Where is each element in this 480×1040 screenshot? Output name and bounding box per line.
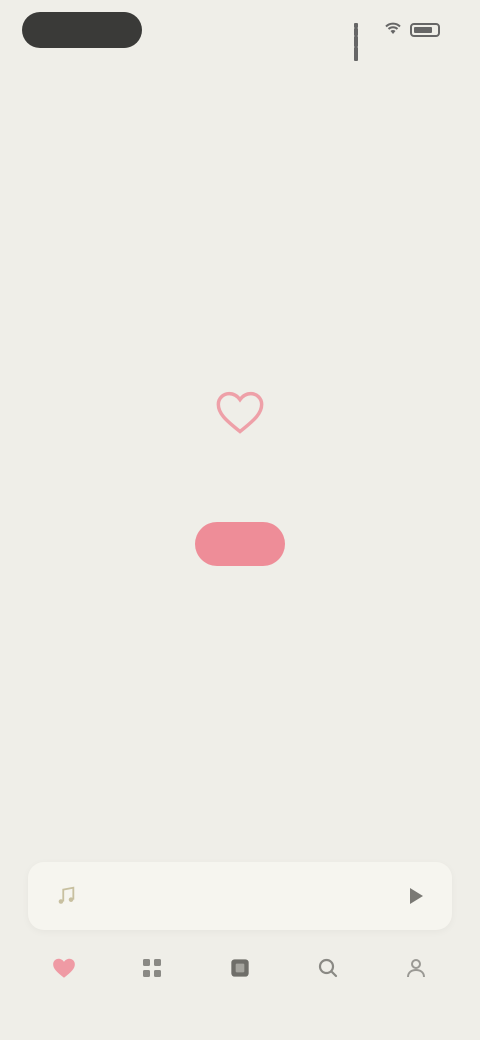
play-icon[interactable] [398, 878, 434, 914]
wifi-icon [384, 21, 402, 40]
battery-icon [410, 23, 440, 37]
tab-favorites[interactable] [28, 950, 100, 990]
search-icon [310, 950, 346, 986]
profile-icon [398, 950, 434, 986]
mini-player-text [100, 895, 398, 897]
tab-profile[interactable] [380, 950, 452, 990]
status-icons [354, 20, 448, 61]
music-note-icon [46, 876, 86, 916]
heart-icon [208, 380, 272, 444]
tab-bar [0, 936, 480, 1040]
empty-state [0, 380, 480, 566]
library-icon [222, 950, 258, 986]
tab-search[interactable] [292, 950, 364, 990]
tab-browse[interactable] [116, 950, 188, 990]
tab-library[interactable] [204, 950, 276, 990]
status-bar [0, 0, 480, 64]
signal-icon [354, 23, 376, 61]
grid-icon [134, 950, 170, 986]
heart-icon [46, 950, 82, 986]
empty-state-action-button[interactable] [195, 522, 285, 566]
mini-player[interactable] [28, 862, 452, 930]
status-time-pill [22, 12, 142, 48]
